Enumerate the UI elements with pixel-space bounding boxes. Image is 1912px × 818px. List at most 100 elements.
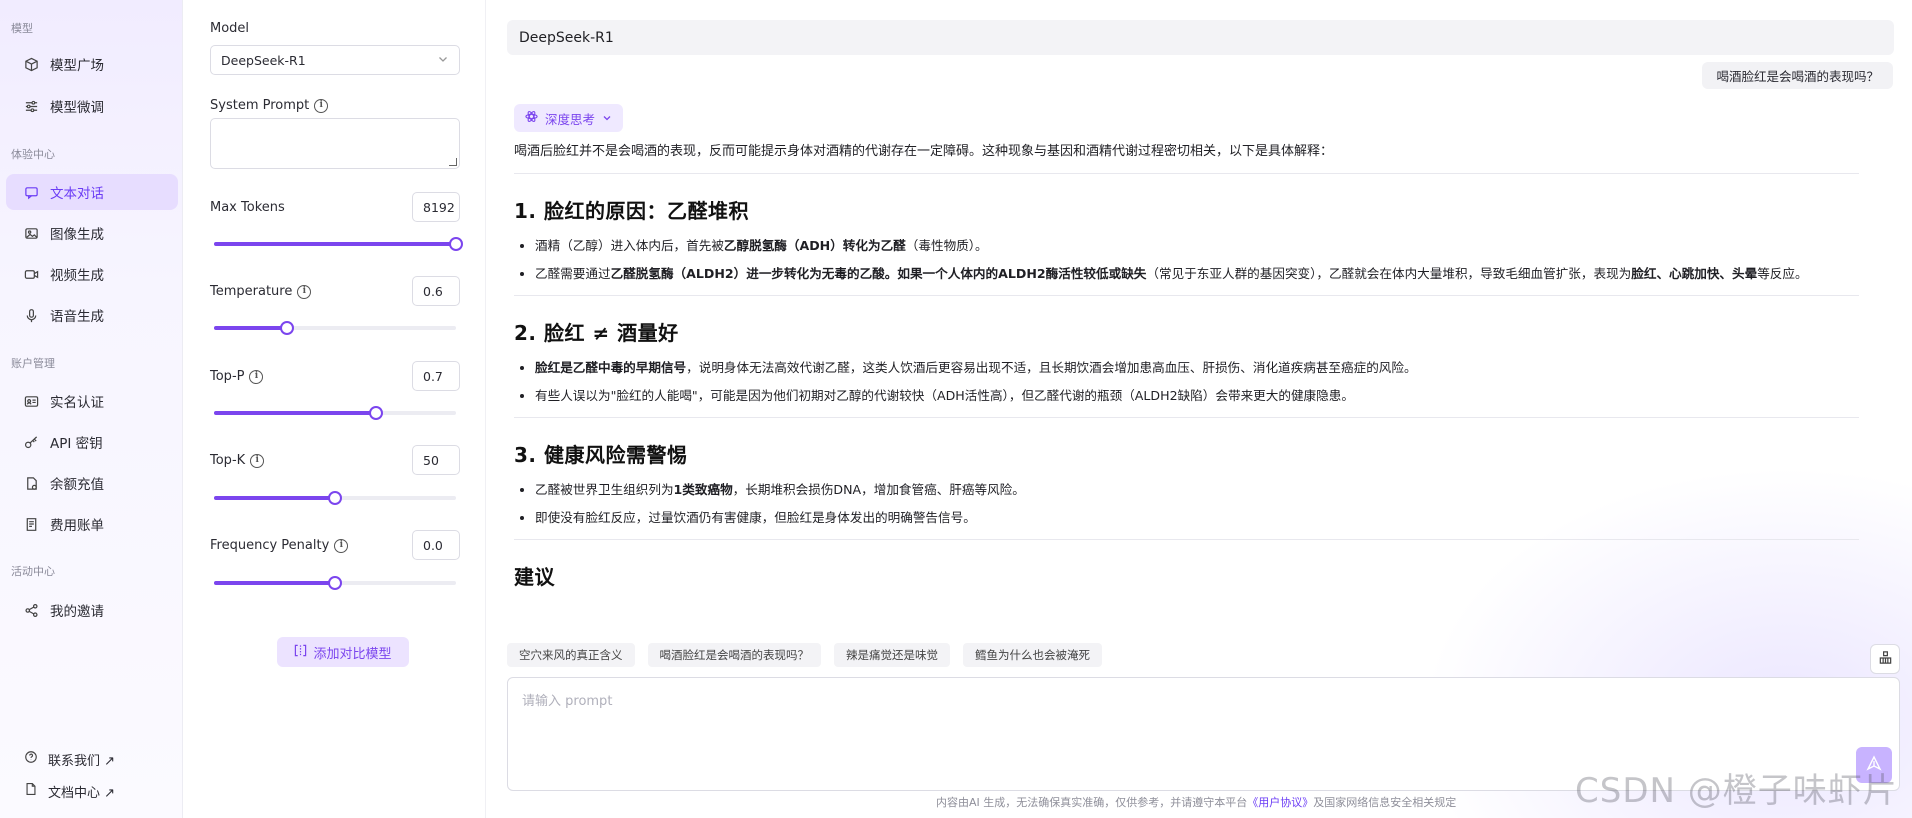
max-tokens-label: Max Tokens xyxy=(210,200,285,215)
cube-icon xyxy=(22,55,40,73)
top-k-slider[interactable] xyxy=(214,491,456,505)
list-item: 脸红是乙醛中毒的早期信号，说明身体无法高效代谢乙醛，这类人饮酒后更容易出现不适，… xyxy=(514,354,1859,382)
video-icon xyxy=(22,265,40,283)
answer-intro: 喝酒后脸红并不是会喝酒的表现，反而可能提示身体对酒精的代谢存在一定障碍。这种现象… xyxy=(514,144,1334,159)
info-icon[interactable]: i xyxy=(297,284,312,299)
top-p-slider[interactable] xyxy=(214,406,456,420)
sidebar-item-video-gen[interactable]: 视频生成 xyxy=(6,256,178,292)
frequency-penalty-slider[interactable] xyxy=(214,576,456,590)
divider xyxy=(514,173,1859,174)
sidebar-item-model-finetune[interactable]: 模型微调 xyxy=(6,88,178,124)
sidebar-group-experience: 体验中心 xyxy=(11,148,55,161)
system-prompt-label: System Prompt i xyxy=(210,98,329,113)
top-k-label: Top-K i xyxy=(210,453,265,468)
frequency-penalty-label: Frequency Penalty i xyxy=(210,538,349,553)
top-k-input[interactable]: 50 xyxy=(412,445,460,475)
slider-fill xyxy=(214,581,335,585)
model-title-bar: DeepSeek-R1 xyxy=(507,20,1894,55)
sidebar-item-api-key[interactable]: API 密钥 xyxy=(6,424,178,460)
model-select-value: DeepSeek-R1 xyxy=(221,52,306,68)
list-item: 乙醛被世界卫生组织列为1类致癌物，长期堆积会损伤DNA，增加食管癌、肝癌等风险。 xyxy=(514,476,1859,504)
slider-fill xyxy=(214,326,287,330)
slider-fill xyxy=(214,411,377,415)
sidebar-item-voice-gen[interactable]: 语音生成 xyxy=(6,297,178,333)
top-p-label: Top-P i xyxy=(210,369,264,384)
list-item: 即使没有脸红反应，过量饮酒仍有害健康，但脸红是身体发出的明确警告信号。 xyxy=(514,504,1859,532)
mic-icon xyxy=(22,306,40,324)
params-panel: Model DeepSeek-R1 System Prompt i Max Tok… xyxy=(184,0,486,818)
system-prompt-textarea[interactable] xyxy=(210,118,460,169)
divider xyxy=(514,417,1859,418)
contact-us-label: 联系我们 ↗ xyxy=(48,753,116,769)
id-card-icon xyxy=(22,392,40,410)
max-tokens-input[interactable]: 8192 xyxy=(412,192,460,222)
ai-disclaimer: 内容由AI 生成，无法确保真实准确，仅供参考，并请遵守本平台《用户协议》及国家网… xyxy=(936,796,1457,809)
slider-fill xyxy=(214,242,456,246)
user-message-bubble: 喝酒脸红是会喝酒的表现吗？ xyxy=(1702,62,1893,89)
section-heading: 建议 xyxy=(514,565,555,589)
model-label: Model xyxy=(210,21,250,36)
section-heading: 2. 脸红 ≠ 酒量好 xyxy=(514,321,679,345)
chat-area: DeepSeek-R1 喝酒脸红是会喝酒的表现吗？ 深度思考 喝酒后脸红并不是会… xyxy=(487,0,1912,818)
sidebar-item-label: 实名认证 xyxy=(50,395,104,411)
suggestion-chip[interactable]: 辣是痛觉还是味觉 xyxy=(834,643,950,667)
sidebar-item-recharge[interactable]: 余额充值 xyxy=(6,465,178,501)
user-message-text: 喝酒脸红是会喝酒的表现吗？ xyxy=(1716,69,1879,84)
suggestion-chips: 空穴来风的真正含义 喝酒脸红是会喝酒的表现吗？ 辣是痛觉还是味觉 鳕鱼为什么也会… xyxy=(507,643,1102,667)
list-item: 有些人误以为"脸红的人能喝"，可能是因为他们初期对乙醇的代谢较快（ADH活性高）… xyxy=(514,382,1859,410)
resize-handle-icon[interactable] xyxy=(449,158,457,166)
list-item: 乙醛需要通过乙醛脱氢酶（ALDH2）进一步转化为无毒的乙酸。如果一个人体内的AL… xyxy=(514,260,1859,288)
slider-thumb[interactable] xyxy=(328,491,342,505)
sidebar-group-account: 账户管理 xyxy=(11,357,55,370)
max-tokens-slider[interactable] xyxy=(214,237,463,251)
sliders-icon xyxy=(22,97,40,115)
sidebar-item-label: 图像生成 xyxy=(50,227,104,243)
clear-chat-button[interactable] xyxy=(1870,644,1900,674)
deep-thinking-toggle[interactable]: 深度思考 xyxy=(514,104,624,132)
model-title: DeepSeek-R1 xyxy=(519,29,614,46)
slider-thumb[interactable] xyxy=(369,406,384,420)
prompt-input[interactable] xyxy=(522,686,1722,716)
sidebar-item-label: 余额充值 xyxy=(50,477,104,493)
sidebar-item-model-square[interactable]: 模型广场 xyxy=(6,46,178,82)
info-icon[interactable]: i xyxy=(249,369,264,384)
contact-us-link[interactable]: 联系我们 ↗ xyxy=(6,745,178,773)
assistant-answer: 喝酒后脸红并不是会喝酒的表现，反而可能提示身体对酒精的代谢存在一定障碍。这种现象… xyxy=(514,143,1859,590)
temperature-input[interactable]: 0.6 xyxy=(412,276,460,306)
info-icon[interactable]: i xyxy=(314,98,329,113)
wallet-icon xyxy=(22,474,40,492)
sidebar-group-activity: 活动中心 xyxy=(11,565,55,578)
compare-icon xyxy=(294,644,307,661)
sidebar-item-my-invite[interactable]: 我的邀请 xyxy=(6,592,178,628)
sidebar-group-model: 模型 xyxy=(11,22,33,35)
bullet-list: 酒精（乙醇）进入体内后，首先被乙醇脱氢酶（ADH）转化为乙醛（毒性物质）。 乙醛… xyxy=(514,232,1859,288)
sidebar-item-label: 视频生成 xyxy=(50,268,104,284)
info-icon[interactable]: i xyxy=(334,538,349,553)
sidebar-item-billing[interactable]: 费用账单 xyxy=(6,506,178,542)
list-item: 酒精（乙醇）进入体内后，首先被乙醇脱氢酶（ADH）转化为乙醛（毒性物质）。 xyxy=(514,232,1859,260)
contact-icon xyxy=(24,750,38,768)
sidebar-item-image-gen[interactable]: 图像生成 xyxy=(6,215,178,251)
slider-thumb[interactable] xyxy=(449,237,463,251)
bill-icon xyxy=(22,515,40,533)
frequency-penalty-input[interactable]: 0.0 xyxy=(412,530,460,560)
model-select[interactable]: DeepSeek-R1 xyxy=(210,45,460,75)
divider xyxy=(514,295,1859,296)
temperature-slider[interactable] xyxy=(214,321,456,335)
sidebar-item-label: 模型微调 xyxy=(50,100,104,116)
suggestion-chip[interactable]: 喝酒脸红是会喝酒的表现吗？ xyxy=(647,643,821,667)
temperature-label: Temperature i xyxy=(210,284,312,299)
user-agreement-link[interactable]: 《用户协议》 xyxy=(1247,796,1313,809)
add-compare-label: 添加对比模型 xyxy=(313,646,392,662)
doc-center-link[interactable]: 文档中心 ↗ xyxy=(6,777,178,805)
slider-thumb[interactable] xyxy=(279,321,294,335)
suggestion-chip[interactable]: 鳕鱼为什么也会被淹死 xyxy=(963,643,1102,667)
info-icon[interactable]: i xyxy=(250,453,265,468)
bullet-list: 脸红是乙醛中毒的早期信号，说明身体无法高效代谢乙醛，这类人饮酒后更容易出现不适，… xyxy=(514,354,1859,410)
suggestion-chip[interactable]: 空穴来风的真正含义 xyxy=(507,643,635,667)
slider-thumb[interactable] xyxy=(328,576,342,590)
add-compare-model-button[interactable]: 添加对比模型 xyxy=(277,637,409,667)
sidebar-item-text-chat[interactable]: 文本对话 xyxy=(6,174,178,210)
top-p-input[interactable]: 0.7 xyxy=(412,361,460,391)
sidebar-item-real-name[interactable]: 实名认证 xyxy=(6,383,178,419)
